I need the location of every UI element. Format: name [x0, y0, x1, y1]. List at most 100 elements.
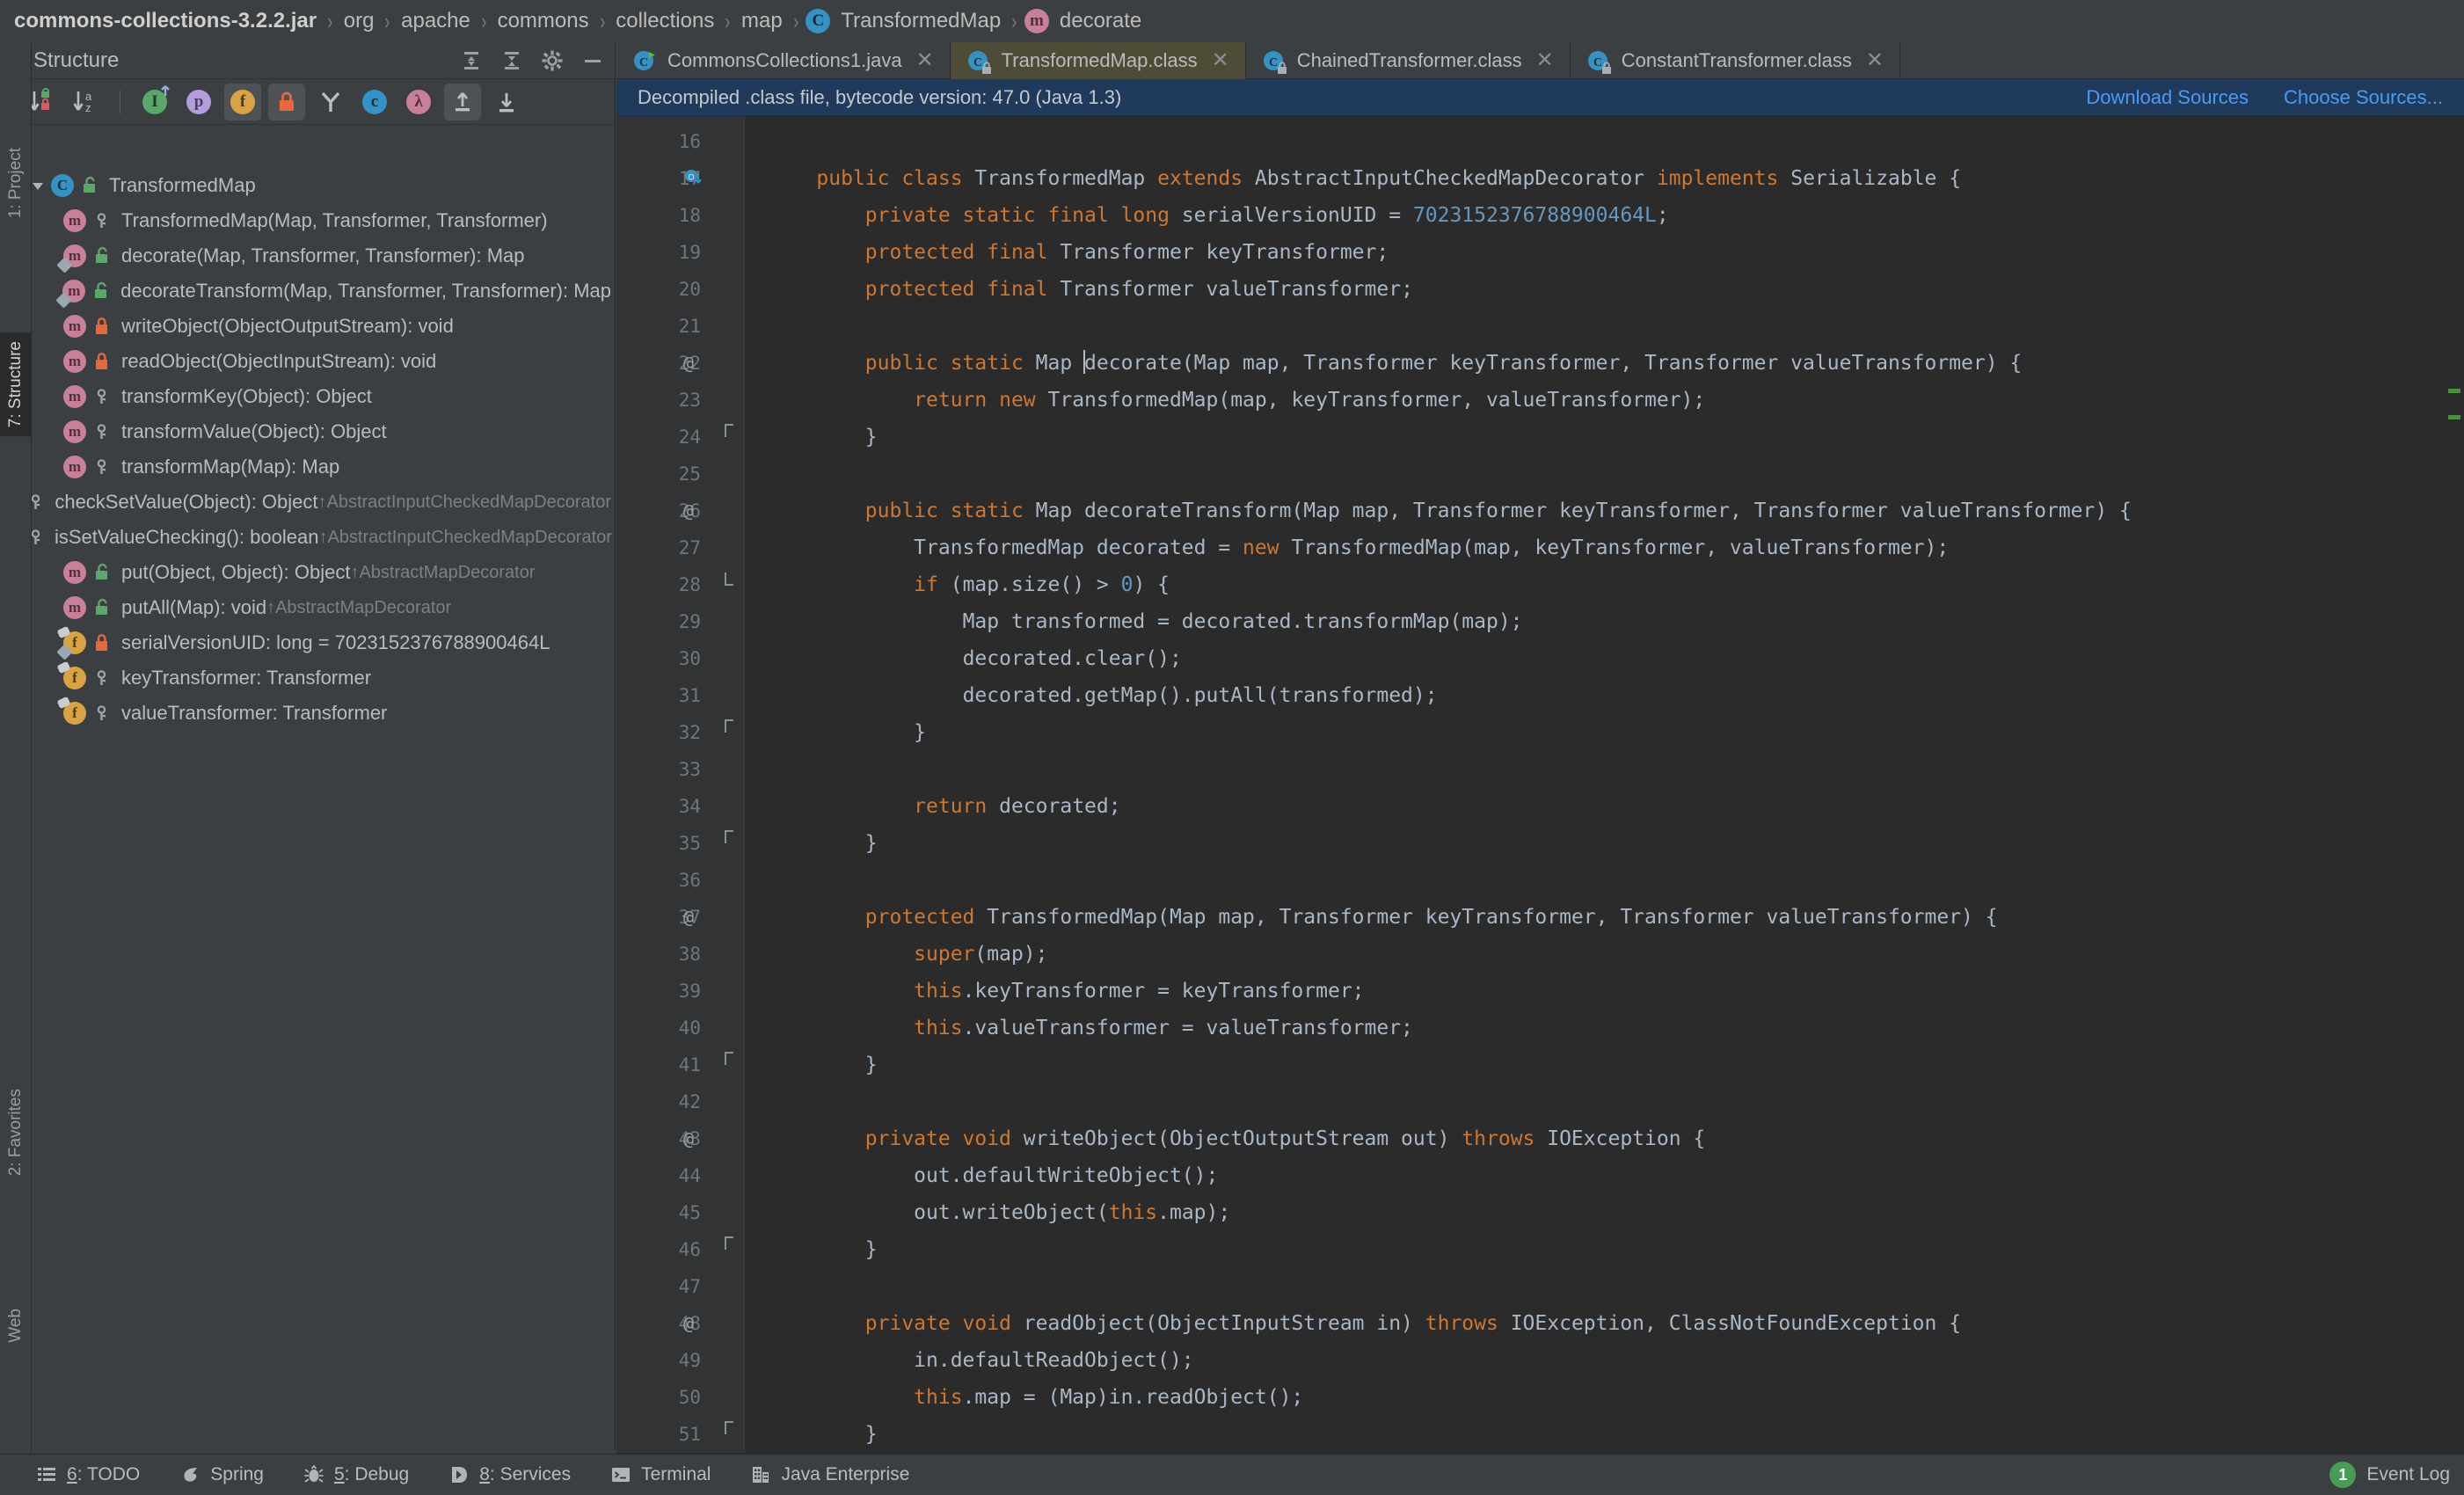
status-bar-terminal[interactable]: Terminal	[590, 1455, 730, 1495]
code-scroll-area[interactable]: 1617181920212223242526272829303132333435…	[616, 116, 2464, 1454]
tree-node-method[interactable]: m transformValue(Object): Object	[0, 414, 615, 449]
line-number-gutter[interactable]: 1617181920212223242526272829303132333435…	[616, 116, 713, 1453]
fold-end-icon[interactable]	[720, 828, 738, 846]
close-icon[interactable]: ✕	[1208, 49, 1229, 71]
fold-end-icon[interactable]	[720, 1050, 738, 1068]
override-marker-icon[interactable]: @	[683, 907, 694, 928]
gear-icon[interactable]	[539, 47, 565, 74]
status-bar-services[interactable]: 8: Services	[428, 1455, 590, 1495]
breadcrumb-item[interactable]: org	[340, 9, 378, 33]
breadcrumb-item[interactable]: apache	[397, 9, 474, 33]
implemented-marker-icon[interactable]: O	[683, 168, 704, 193]
breadcrumb-item[interactable]: commons	[494, 9, 593, 33]
minimize-icon[interactable]	[580, 47, 606, 74]
breadcrumb-item[interactable]: commons-collections-3.2.2.jar	[11, 9, 320, 33]
show-anonymous-button[interactable]: c	[356, 84, 393, 120]
public-modifier-icon	[91, 560, 113, 585]
editor-tab[interactable]: C CommonsCollections1.java ✕	[616, 42, 951, 78]
tree-node-class[interactable]: C TransformedMap	[0, 168, 615, 203]
code-line: Map transformed = decorated.transformMap…	[768, 603, 2464, 640]
error-stripe-mark[interactable]	[2448, 389, 2460, 393]
show-fields-button[interactable]: f	[224, 83, 261, 120]
editor-tab[interactable]: C TransformedMap.class ✕	[950, 42, 1246, 79]
rail-structure[interactable]: 7: Structure	[0, 332, 32, 437]
fold-end-icon[interactable]	[720, 1235, 738, 1252]
rail-project[interactable]: 1: Project	[0, 139, 32, 227]
override-marker-icon[interactable]: @	[683, 500, 694, 521]
status-bar-debug[interactable]: 5: Debug	[283, 1455, 428, 1495]
fold-end-icon[interactable]	[720, 718, 738, 735]
status-bar-todo[interactable]: 6: TODO	[16, 1455, 159, 1495]
breadcrumb-item[interactable]: C TransformedMap	[806, 9, 1004, 33]
code-token: protected final	[864, 278, 1061, 301]
collapse-all-button[interactable]	[499, 47, 525, 74]
tree-node-method[interactable]: m decorate(Map, Transformer, Transformer)…	[0, 238, 615, 273]
error-stripe-marks[interactable]	[2445, 116, 2464, 1454]
override-marker-icon[interactable]: @	[683, 1313, 694, 1334]
rail-favorites[interactable]: 2: Favorites	[0, 1080, 32, 1185]
line-number: 41	[678, 1054, 701, 1076]
code-line: decorated.clear();	[768, 640, 2464, 677]
fold-start-icon[interactable]	[720, 570, 738, 587]
code-line: this.valueTransformer = valueTransformer…	[768, 1010, 2464, 1046]
tree-node-method[interactable]: m readObject(ObjectInputStream): void	[0, 344, 615, 379]
method-icon: m	[62, 348, 88, 375]
choose-sources-link[interactable]: Choose Sources...	[2284, 86, 2443, 109]
tree-node-method[interactable]: misSetValueChecking(): boolean ↑Abstract…	[0, 520, 615, 555]
autoscroll-to-source-button[interactable]	[444, 83, 481, 120]
breadcrumb-item[interactable]: m decorate	[1024, 9, 1145, 33]
close-icon[interactable]: ✕	[1533, 49, 1554, 71]
tree-node-method[interactable]: m TransformedMap(Map, Transformer, Transf…	[0, 203, 615, 238]
notification-text: Decompiled .class file, bytecode version…	[638, 85, 1122, 108]
fold-end-icon[interactable]	[720, 422, 738, 440]
code-folding-column[interactable]	[713, 116, 745, 1453]
code-line: return new TransformedMap(map, keyTransf…	[768, 382, 2464, 419]
show-lambdas-button[interactable]: λ	[400, 84, 437, 120]
tree-node-field[interactable]: f serialVersionUID: long = 70231523767889…	[0, 625, 615, 660]
group-methods-button[interactable]	[312, 84, 349, 120]
download-sources-link[interactable]: Download Sources	[2086, 86, 2249, 109]
code-token: private void	[864, 1127, 1024, 1150]
field-icon: f	[56, 660, 88, 691]
tree-node-method[interactable]: m decorateTransform(Map, Transformer, Tra…	[0, 273, 615, 309]
rail-web[interactable]: Web	[0, 1300, 32, 1352]
code-token: decorate(Map map, Transformer keyTransfo…	[1084, 352, 2023, 375]
breadcrumb-separator: ›	[599, 7, 605, 34]
show-properties-button[interactable]: p	[180, 84, 217, 120]
tree-node-method[interactable]: m put(Object, Object): Object ↑AbstractMa…	[0, 555, 615, 590]
structure-tree[interactable]: C TransformedMap m TransformedMap(Map, Tran…	[0, 163, 615, 1454]
autoscroll-from-source-button[interactable]	[488, 84, 525, 120]
expand-all-button[interactable]	[458, 47, 485, 74]
tree-node-method[interactable]: m writeObject(ObjectOutputStream): void	[0, 309, 615, 344]
show-inherited-button[interactable]: I	[136, 84, 173, 120]
code-token: this	[914, 1386, 963, 1409]
fold-end-icon[interactable]	[720, 1419, 738, 1437]
sort-alphabetically-button[interactable]: a z	[67, 84, 104, 120]
status-bar-java-enterprise[interactable]: Java Enterprise	[730, 1455, 929, 1495]
editor-tab[interactable]: C ChainedTransformer.class ✕	[1246, 42, 1571, 78]
close-icon[interactable]: ✕	[913, 49, 934, 71]
override-marker-icon[interactable]: @	[683, 353, 694, 374]
show-non-public-button[interactable]	[268, 83, 305, 120]
breadcrumb: commons-collections-3.2.2.jar › org › apache…	[0, 0, 2464, 42]
error-stripe-mark[interactable]	[2448, 415, 2460, 419]
status-bar-spring[interactable]: Spring	[159, 1455, 283, 1495]
tree-node-method[interactable]: m transformKey(Object): Object	[0, 379, 615, 414]
private-modifier-icon	[91, 314, 113, 339]
breadcrumb-item[interactable]: map	[738, 9, 786, 33]
code-editor-content[interactable]: public class TransformedMap extends Abst…	[745, 116, 2464, 1453]
override-marker-icon[interactable]: @	[683, 1128, 694, 1149]
tree-node-method[interactable]: m putAll(Map): void ↑AbstractMapDecorator	[0, 590, 615, 625]
tree-node-method[interactable]: mcheckSetValue(Object): Object ↑Abstract…	[0, 485, 615, 520]
tree-node-field[interactable]: f keyTransformer: Transformer	[0, 660, 615, 696]
breadcrumb-item[interactable]: collections	[612, 9, 718, 33]
event-log-button[interactable]: Event Log	[2366, 1455, 2450, 1495]
tree-node-method[interactable]: m transformMap(Map): Map	[0, 449, 615, 485]
editor-tab[interactable]: C ConstantTransformer.class ✕	[1571, 42, 1900, 78]
close-icon[interactable]: ✕	[1863, 49, 1884, 71]
tree-node-field[interactable]: f valueTransformer: Transformer	[0, 696, 615, 731]
